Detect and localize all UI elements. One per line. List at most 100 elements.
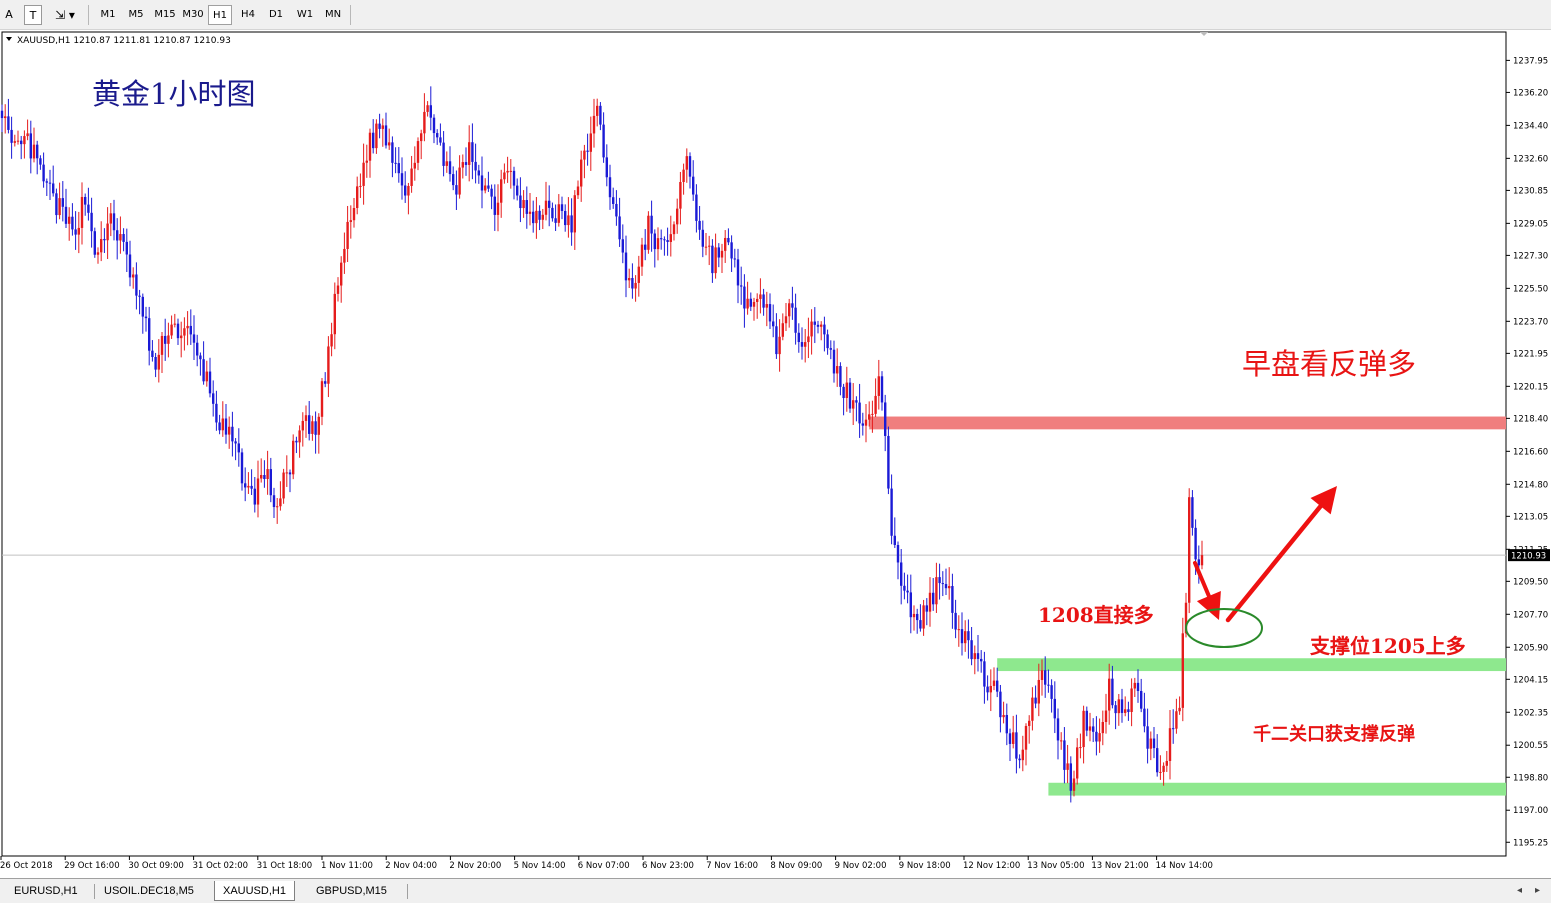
candle-body: [340, 262, 343, 286]
chart-title: 黄金1小时图: [92, 77, 255, 111]
candle-body: [695, 194, 698, 221]
candle-body: [1037, 679, 1040, 704]
candle-body: [634, 282, 637, 289]
tab-usoil-m5[interactable]: USOIL.DEC18,M5: [96, 881, 202, 901]
timeframe-w1-button[interactable]: W1: [292, 5, 318, 25]
y-tick-label: 1202.35: [1513, 708, 1548, 718]
timeframe-h4-button[interactable]: H4: [236, 5, 260, 25]
candle-body: [906, 590, 909, 593]
candle-body: [260, 475, 263, 479]
timeframe-m5-button[interactable]: M5: [124, 5, 148, 25]
candle-body: [1120, 699, 1124, 713]
candle-body: [762, 294, 765, 308]
candle-body: [404, 185, 407, 196]
candle-body: [285, 472, 288, 474]
candle-body: [368, 132, 372, 161]
candle-body: [845, 382, 848, 398]
candle-body: [589, 133, 592, 152]
arrows-tool-icon[interactable]: ⇲ ▾: [50, 5, 80, 25]
tab-eurusd-h1[interactable]: EURUSD,H1: [6, 881, 86, 901]
candle-body: [1130, 688, 1133, 713]
candle-body: [52, 183, 55, 194]
candle-body: [119, 234, 122, 241]
y-tick-label: 1218.40: [1513, 414, 1548, 424]
tabs-scroll-left-icon[interactable]: ◂: [1517, 881, 1522, 901]
candle-body: [144, 316, 148, 319]
candle-body: [756, 298, 759, 302]
candle-body: [1098, 733, 1101, 742]
candle-body: [730, 242, 733, 259]
chart-canvas[interactable]: 1237.95 1236.20 1234.40 1232.60 1230.85 1229.…: [0, 30, 1551, 878]
candle-body: [464, 162, 468, 165]
candle-body: [384, 125, 388, 146]
candle-body: [71, 216, 74, 230]
tab-xauusd-h1[interactable]: XAUUSD,H1: [214, 881, 295, 901]
x-tick-label: 9 Nov 02:00: [835, 861, 887, 871]
y-tick-label: 1223.70: [1513, 317, 1548, 327]
timeframe-m1-button[interactable]: M1: [96, 5, 120, 25]
candle-body: [180, 335, 183, 339]
candle-body: [458, 167, 461, 195]
candle-body: [39, 158, 42, 165]
y-tick-label: 1216.60: [1513, 447, 1548, 457]
candle-body: [1047, 684, 1050, 686]
candle-body: [544, 200, 548, 215]
candle-body: [1060, 740, 1063, 742]
tab-gbpusd-m15[interactable]: GBPUSD,M15: [308, 881, 395, 901]
text-tool-icon[interactable]: A: [2, 5, 16, 25]
level-band-support-1205: [997, 658, 1506, 672]
price-chart[interactable]: 1237.95 1236.20 1234.40 1232.60 1230.85 1229.…: [0, 30, 1551, 878]
y-tick-label: 1234.40: [1513, 121, 1548, 131]
x-tick-label: 8 Nov 09:00: [770, 861, 822, 871]
candle-body: [442, 142, 445, 166]
text-label-tool-icon[interactable]: T: [24, 5, 42, 25]
candle-body: [861, 423, 864, 426]
timeframe-m30-button[interactable]: M30: [180, 5, 206, 25]
x-tick-label: 6 Nov 23:00: [642, 861, 694, 871]
candle-body: [349, 220, 352, 222]
candle-body: [1175, 711, 1178, 729]
candle-body: [135, 274, 138, 296]
candle: [887, 426, 890, 495]
timeframe-m15-button[interactable]: M15: [152, 5, 178, 25]
candle-body: [909, 592, 912, 618]
candle-body: [474, 161, 477, 171]
candle-body: [724, 237, 727, 251]
candle-body: [765, 304, 768, 308]
candle-body: [832, 349, 836, 374]
y-tick-label: 1237.95: [1513, 56, 1548, 66]
candle-body: [1162, 765, 1165, 772]
candle: [292, 434, 295, 480]
timeframe-mn-button[interactable]: MN: [320, 5, 346, 25]
candle-body: [468, 142, 471, 165]
timeframe-h1-button[interactable]: H1: [208, 5, 232, 25]
candle-body: [317, 416, 320, 435]
candle-body: [554, 218, 557, 223]
candle-body: [100, 238, 103, 253]
candle-body: [612, 197, 615, 204]
candle-body: [106, 223, 109, 241]
candle-body: [912, 613, 916, 618]
candle-body: [986, 686, 989, 693]
candle-body: [333, 293, 336, 335]
y-tick-label: 1214.80: [1513, 480, 1548, 490]
candle-body: [928, 592, 932, 612]
y-tick-label: 1220.15: [1513, 382, 1548, 392]
candle-body: [576, 186, 580, 196]
y-tick-label: 1205.90: [1513, 643, 1548, 653]
candle-body: [663, 239, 666, 241]
candle-body: [592, 115, 596, 134]
timeframe-d1-button[interactable]: D1: [264, 5, 288, 25]
candle-body: [922, 605, 925, 629]
candle-body: [900, 562, 903, 586]
candle-body: [983, 661, 986, 687]
candle-body: [800, 342, 804, 347]
candle-body: [925, 605, 928, 612]
x-tick-label: 13 Nov 05:00: [1027, 861, 1084, 871]
candle-body: [407, 185, 410, 196]
candle-body: [631, 278, 634, 289]
chart-toolbar: A T ⇲ ▾ M1 M5 M15 M30 H1 H4 D1 W1 MN: [0, 0, 1551, 30]
candle-body: [1056, 718, 1060, 741]
tabs-scroll-right-icon[interactable]: ▸: [1535, 881, 1540, 901]
candle-body: [109, 213, 112, 224]
